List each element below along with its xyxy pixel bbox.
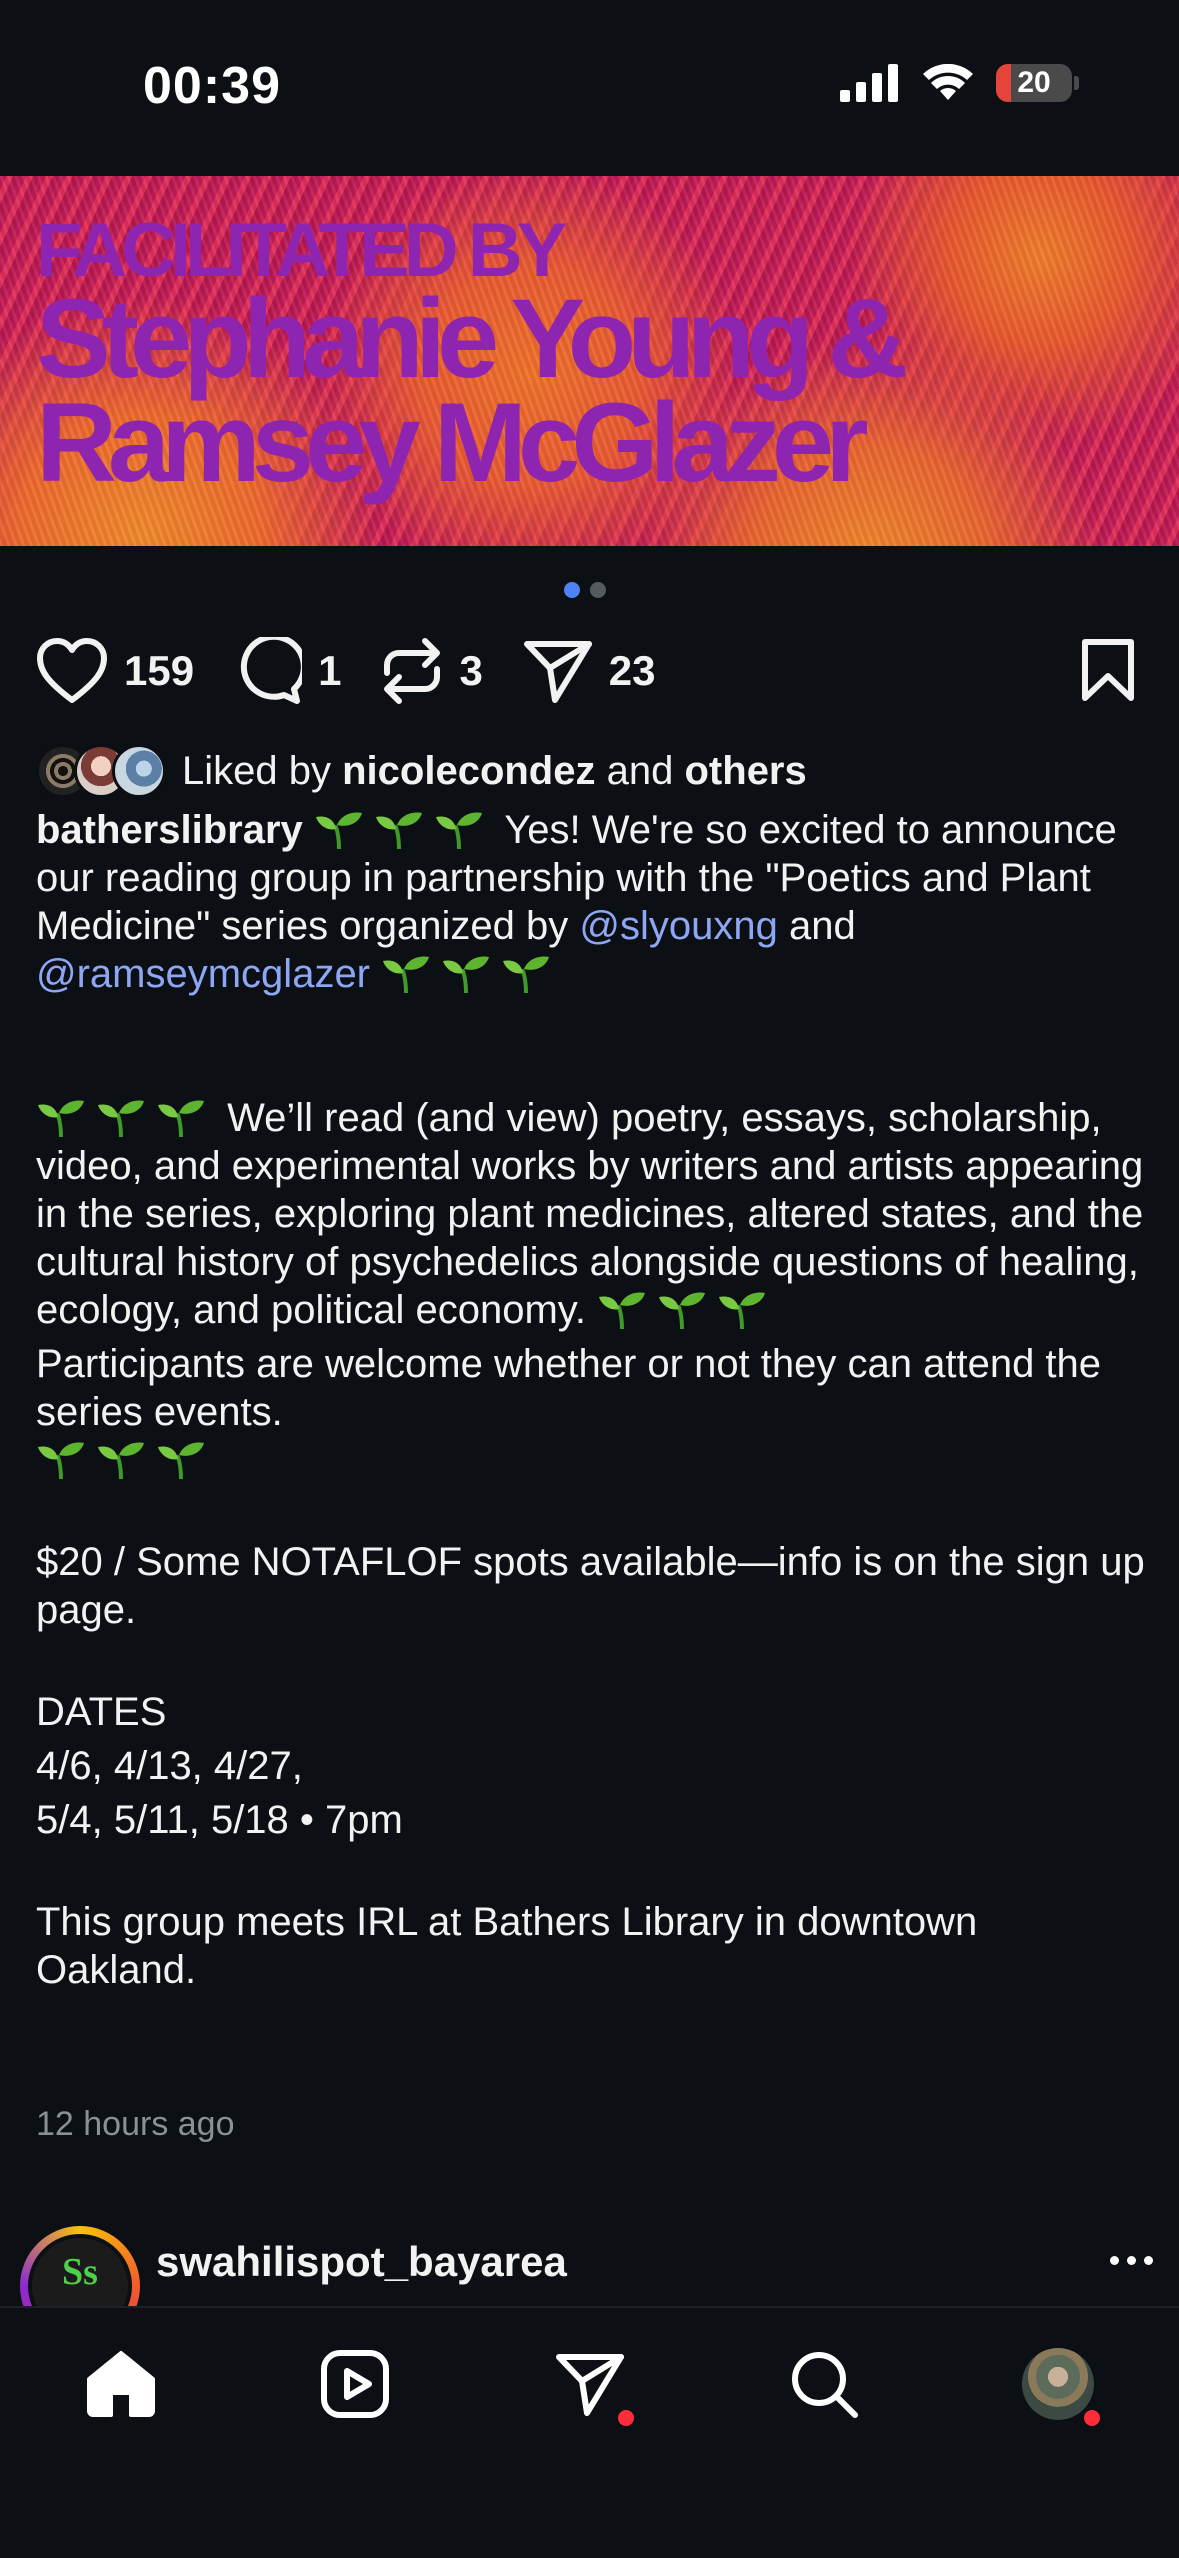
status-time: 00:39 — [143, 57, 281, 115]
caption-dates-line: 5/4, 5/11, 5/18 • 7pm — [36, 1798, 403, 1842]
like-button[interactable]: 159 — [36, 638, 194, 704]
banner-line-2: Stephanie Young & — [36, 275, 908, 401]
nav-search[interactable] — [784, 2344, 864, 2424]
carousel-dot — [590, 582, 606, 598]
banner-text: FACILITATED BY Stephanie Young & Ramsey … — [36, 213, 908, 505]
caption-text: Participants are welcome whether or not … — [36, 1342, 1102, 1434]
reels-icon — [321, 2350, 389, 2418]
battery-percent: 20 — [1017, 66, 1051, 99]
like-count[interactable]: 159 — [124, 647, 194, 695]
cellular-signal-icon — [840, 64, 898, 102]
mention-link[interactable]: @ramseymcglazer — [36, 952, 370, 996]
battery-nub — [1074, 76, 1079, 90]
status-bar: 00:39 20 — [0, 0, 1179, 176]
next-post-username[interactable]: swahilispot_bayarea — [156, 2238, 567, 2286]
seedling-emoji — [381, 952, 561, 996]
seedling-emoji — [36, 1096, 216, 1140]
banner-line-3: Ramsey McGlazer — [36, 379, 869, 505]
liked-by-user[interactable]: nicolecondez — [342, 749, 595, 794]
post-image[interactable]: FACILITATED BY Stephanie Young & Ramsey … — [0, 176, 1179, 546]
heart-icon — [37, 638, 107, 703]
caption-paragraph: Participants are welcome whether or not … — [36, 1340, 1146, 1436]
caption-location: This group meets IRL at Bathers Library … — [36, 1900, 978, 1992]
direct-messages-icon — [556, 2354, 624, 2416]
comment-count: 1 — [318, 647, 342, 694]
share-button[interactable]: 23 — [523, 636, 656, 706]
more-options-icon[interactable] — [1110, 2256, 1153, 2265]
repost-icon — [384, 638, 441, 704]
bottom-navigation — [0, 2306, 1179, 2558]
post-caption: batherslibrary Yes! We're so excited to … — [36, 806, 1146, 1994]
repost-button[interactable]: 3 — [381, 637, 483, 705]
profile-avatar — [1022, 2348, 1094, 2420]
caption-dates-heading: DATES — [36, 1690, 167, 1734]
status-icons: 20 — [840, 64, 1079, 102]
nav-home[interactable] — [81, 2344, 161, 2424]
home-icon — [87, 2351, 155, 2417]
mention-link[interactable]: @slyouxng — [579, 904, 777, 948]
post-timestamp: 12 hours ago — [36, 2105, 235, 2143]
caption-paragraph: batherslibrary Yes! We're so excited to … — [36, 806, 1146, 998]
wifi-icon — [923, 64, 973, 100]
caption-username[interactable]: batherslibrary — [36, 808, 303, 852]
avatar — [112, 744, 166, 798]
comment-icon — [240, 637, 303, 704]
liked-by[interactable]: Liked by nicolecondez and others — [36, 744, 807, 798]
seedling-emoji — [597, 1288, 777, 1332]
seedling-emoji — [314, 808, 494, 852]
send-icon — [523, 641, 592, 703]
battery-fill — [996, 64, 1012, 102]
caption-price: $20 / Some NOTAFLOF spots available—info… — [36, 1540, 1145, 1632]
notification-dot — [618, 2410, 634, 2426]
post-actions: 159 1 3 23 — [36, 633, 696, 709]
nav-profile[interactable] — [1018, 2344, 1100, 2426]
liked-by-others[interactable]: others — [685, 749, 807, 794]
caption-dates-line: 4/6, 4/13, 4/27, — [36, 1744, 303, 1788]
liked-by-avatars — [36, 744, 166, 798]
caption-emoji-line — [36, 1436, 1146, 1484]
next-post-header: Ss swahilispot_bayarea — [20, 2226, 1159, 2346]
share-count: 23 — [608, 647, 656, 694]
nav-reels[interactable] — [315, 2344, 395, 2424]
liked-by-and: and — [606, 748, 674, 793]
comment-button[interactable]: 1 — [234, 637, 341, 705]
carousel-indicator — [564, 582, 606, 598]
bookmark-icon[interactable] — [1079, 638, 1137, 702]
seedling-emoji — [36, 1438, 216, 1482]
notification-dot — [1084, 2410, 1100, 2426]
battery-indicator: 20 — [996, 64, 1072, 102]
caption-and: and — [788, 904, 856, 948]
nav-direct-messages[interactable] — [550, 2344, 634, 2426]
avatar-logo-text: Ss — [62, 2251, 98, 2293]
repost-count: 3 — [459, 647, 483, 694]
caption-paragraph: We’ll read (and view) poetry, essays, sc… — [36, 1094, 1146, 1334]
carousel-dot-active — [564, 582, 580, 598]
search-icon — [792, 2352, 858, 2418]
liked-by-prefix: Liked by — [182, 748, 331, 793]
